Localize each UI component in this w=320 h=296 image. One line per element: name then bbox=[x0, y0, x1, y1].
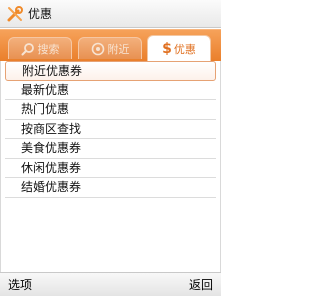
list-item[interactable]: 附近优惠券 bbox=[5, 61, 216, 81]
tab-deals[interactable]: $ 优惠 bbox=[147, 35, 211, 62]
tools-icon bbox=[6, 5, 24, 23]
tab-deals-label: 优惠 bbox=[173, 43, 196, 56]
page-title: 优惠 bbox=[28, 7, 53, 21]
menu-list-frame: 附近优惠券 最新优惠 热门优惠 按商区查找 美食优惠券 休闲优惠券 结婚优惠券 bbox=[0, 61, 221, 272]
search-icon bbox=[21, 42, 35, 56]
list-item[interactable]: 最新优惠 bbox=[5, 81, 216, 100]
tab-bar: 搜索 附近 $ 优惠 bbox=[0, 29, 221, 62]
tab-nearby-label: 附近 bbox=[107, 42, 130, 56]
list-item[interactable]: 按商区查找 bbox=[5, 120, 216, 139]
dollar-icon: $ bbox=[162, 41, 172, 57]
list-item[interactable]: 美食优惠券 bbox=[5, 139, 216, 159]
list-item[interactable]: 结婚优惠券 bbox=[5, 178, 216, 198]
location-icon bbox=[91, 42, 105, 56]
tab-nearby[interactable]: 附近 bbox=[78, 37, 142, 59]
back-softkey[interactable]: 返回 bbox=[189, 276, 213, 293]
list-item[interactable]: 休闲优惠券 bbox=[5, 159, 216, 178]
list-item[interactable]: 热门优惠 bbox=[5, 100, 216, 120]
options-softkey[interactable]: 选项 bbox=[8, 276, 32, 293]
tab-search-label: 搜索 bbox=[37, 42, 60, 56]
softkey-bar: 选项 返回 bbox=[0, 272, 221, 296]
tab-search[interactable]: 搜索 bbox=[8, 37, 72, 59]
menu-list: 附近优惠券 最新优惠 热门优惠 按商区查找 美食优惠券 休闲优惠券 结婚优惠券 bbox=[1, 61, 220, 198]
title-bar: 优惠 bbox=[0, 0, 221, 28]
